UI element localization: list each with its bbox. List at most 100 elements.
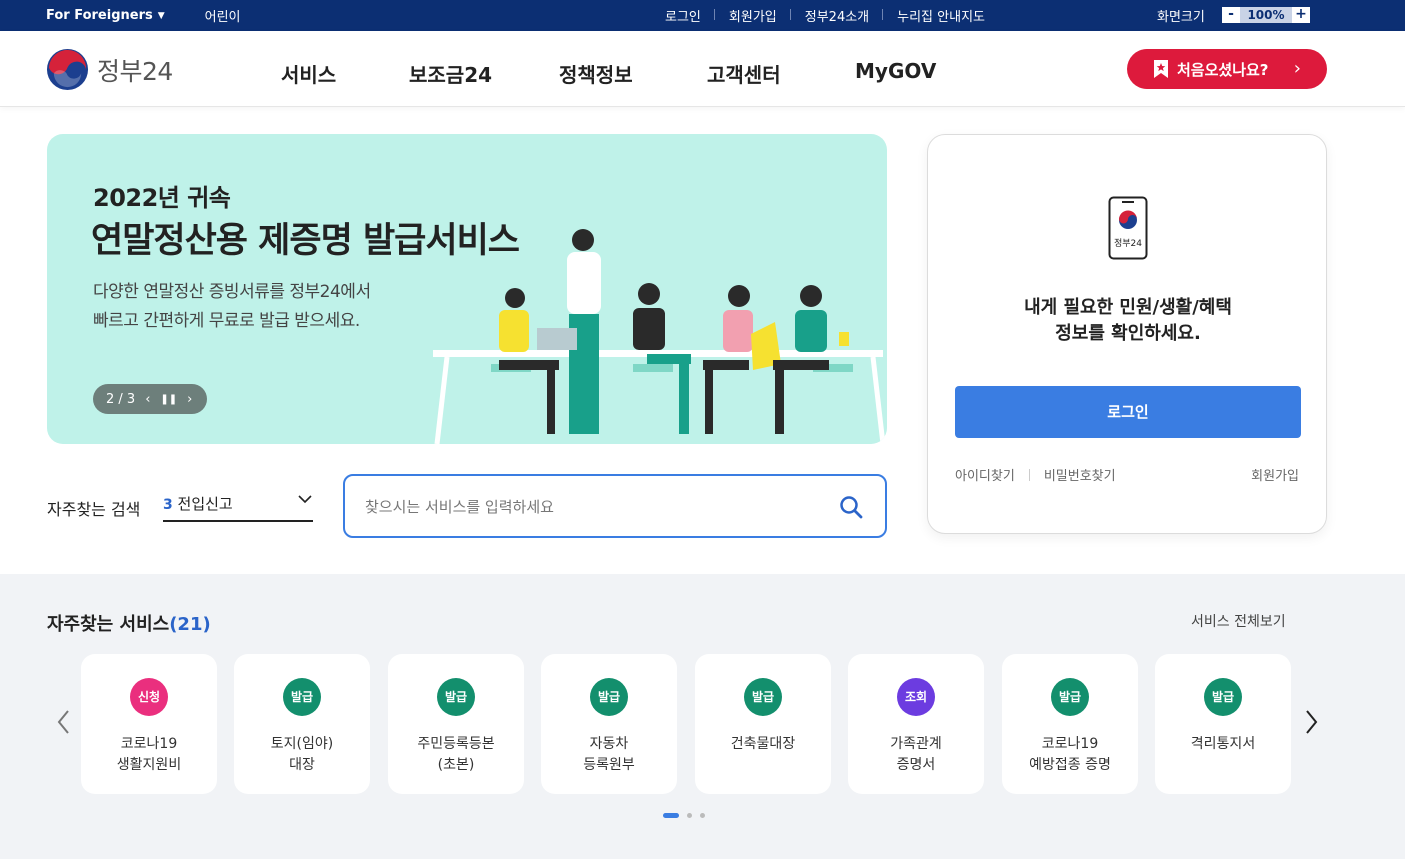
services-count: (21) <box>169 614 211 635</box>
carousel-dot[interactable] <box>700 813 705 818</box>
service-type-badge: 발급 <box>590 678 628 716</box>
nav-policy[interactable]: 정책정보 <box>559 59 633 88</box>
zoom-label: 화면크기 <box>1157 10 1205 25</box>
service-type-badge: 발급 <box>1204 678 1242 716</box>
service-card[interactable]: 발급주민등록등본 (초본) <box>388 654 524 794</box>
service-card[interactable]: 발급건축물대장 <box>695 654 831 794</box>
service-type-badge: 발급 <box>744 678 782 716</box>
service-label-line: 주민등록등본 <box>417 736 495 752</box>
service-card[interactable]: 발급 코로나19 예방접종 증명 <box>1002 654 1138 794</box>
chevron-right-icon[interactable]: › <box>187 392 192 407</box>
nav-service[interactable]: 서비스 <box>281 59 336 88</box>
service-label-line: (초본) <box>437 757 475 773</box>
nav-support[interactable]: 고객센터 <box>707 59 781 88</box>
frequent-search-rank: 3 <box>163 497 173 513</box>
zoom-out-button[interactable]: - <box>1222 7 1240 23</box>
signup-link[interactable]: 회원가입 <box>715 6 791 25</box>
service-type-badge: 조회 <box>897 678 935 716</box>
sitemap-link[interactable]: 누리집 안내지도 <box>883 6 999 25</box>
utility-left: For Foreigners ▼ 어린이 <box>46 6 241 25</box>
service-label-line: 코로나19 <box>1041 736 1099 752</box>
for-foreigners-label: For Foreigners <box>46 8 153 23</box>
service-card[interactable]: 신청 코로나19 생활지원비 <box>81 654 217 794</box>
service-search-input[interactable] <box>365 494 825 520</box>
service-label-line: 등록원부 <box>583 757 635 773</box>
about-link[interactable]: 정부24소개 <box>791 6 884 25</box>
chevron-left-icon[interactable]: ‹ <box>145 392 150 407</box>
divider <box>1028 468 1030 481</box>
chevron-right-icon[interactable] <box>1301 708 1321 736</box>
login-link[interactable]: 로그인 <box>651 6 715 25</box>
service-card-label: 자동차등록원부 <box>541 734 677 776</box>
logo-text: 정부24 <box>97 56 173 86</box>
banner-desc-line: 빠르고 간편하게 무료로 발급 받으세요. <box>93 311 360 331</box>
chevron-left-icon[interactable] <box>54 708 74 736</box>
service-label-line: 자동차 <box>589 736 629 752</box>
frequent-services-title: 자주찾는 서비스(21) <box>47 610 211 636</box>
find-password-link[interactable]: 비밀번호찾기 <box>1044 465 1116 484</box>
mobile-id-icon: 정부24 <box>1108 196 1148 260</box>
service-search-box <box>343 474 887 538</box>
chevron-right-icon: › <box>1293 58 1301 79</box>
view-all-services-link[interactable]: 서비스 전체보기 <box>1191 611 1286 631</box>
join-link[interactable]: 회원가입 <box>1251 465 1299 484</box>
service-type-badge: 발급 <box>437 678 475 716</box>
banner-desc-line: 다양한 연말정산 증빙서류를 정부24에서 <box>93 282 371 302</box>
taegeuk-logo-icon <box>46 48 89 91</box>
service-label-line: 가족관계 <box>890 736 942 752</box>
carousel-dot[interactable] <box>687 813 692 818</box>
zoom-value: 100% <box>1240 7 1292 23</box>
zoom-control: - 100% + <box>1222 7 1310 23</box>
service-label-line: 예방접종 증명 <box>1029 757 1111 773</box>
frequent-services-section: 자주찾는 서비스(21) 서비스 전체보기 신청 코로나19 생활지원비 발급 토지(임… <box>0 574 1405 859</box>
banner-subtitle: 2022년 귀속 <box>93 184 231 212</box>
first-visit-label: 처음오셨나요? <box>1177 60 1269 79</box>
login-message-line: 내게 필요한 민원/생활/혜택 <box>1024 297 1232 318</box>
account-links: 아이디찾기 비밀번호찾기 <box>955 465 1116 484</box>
service-card[interactable]: 조회가족관계증명서 <box>848 654 984 794</box>
search-icon[interactable] <box>839 495 863 519</box>
service-label-line: 토지(임야) <box>270 736 334 752</box>
banner-page-count: 2 / 3 <box>106 391 136 407</box>
login-message: 내게 필요한 민원/생활/혜택 정보를 확인하세요. <box>928 295 1328 347</box>
office-people-illustration <box>433 229 886 444</box>
service-label-line: 코로나19 <box>120 736 178 752</box>
main-banner[interactable]: 2022년 귀속 연말정산용 제증명 발급서비스 다양한 연말정산 증빙서류를 … <box>47 134 887 444</box>
nav-mygov[interactable]: MyGOV <box>855 59 936 83</box>
site-logo[interactable]: 정부24 <box>46 48 173 91</box>
kids-link[interactable]: 어린이 <box>205 6 241 25</box>
login-card: 정부24 내게 필요한 민원/생활/혜택 정보를 확인하세요. 로그인 아이디찾… <box>927 134 1327 534</box>
service-card[interactable]: 발급 격리통지서 <box>1155 654 1291 794</box>
zoom-in-button[interactable]: + <box>1292 7 1310 23</box>
bookmark-star-icon <box>1154 60 1168 78</box>
utility-links: 로그인 회원가입 정부24소개 누리집 안내지도 <box>651 6 999 25</box>
caret-down-icon: ▼ <box>157 10 165 21</box>
for-foreigners-menu[interactable]: For Foreigners ▼ <box>46 8 165 23</box>
service-type-badge: 발급 <box>283 678 321 716</box>
service-label-line: 대장 <box>289 757 315 773</box>
first-visit-button[interactable]: 처음오셨나요? › <box>1127 49 1327 89</box>
login-button[interactable]: 로그인 <box>955 386 1301 438</box>
frequent-search-value: 전입신고 <box>177 495 233 513</box>
site-header: 정부24 서비스 보조금24 정책정보 고객센터 MyGOV 처음오셨나요? › <box>0 31 1405 107</box>
service-label-line: 생활지원비 <box>116 757 182 773</box>
login-message-line: 정보를 확인하세요. <box>1055 323 1201 344</box>
phone-label: 정부24 <box>1114 238 1142 249</box>
carousel-dot-active[interactable] <box>663 813 679 818</box>
frequent-search-select[interactable]: 3 전입신고 <box>163 493 313 522</box>
service-card[interactable]: 발급자동차등록원부 <box>541 654 677 794</box>
service-card[interactable]: 발급토지(임야) 대장 <box>234 654 370 794</box>
utility-bar: For Foreigners ▼ 어린이 로그인 회원가입 정부24소개 누리집… <box>0 0 1405 31</box>
pause-icon[interactable]: ❚❚ <box>160 394 177 405</box>
services-title-text: 자주찾는 서비스 <box>47 614 170 635</box>
service-card-label: 주민등록등본 (초본) <box>388 734 524 776</box>
service-label-line: 건축물대장 <box>730 736 796 752</box>
find-id-link[interactable]: 아이디찾기 <box>955 465 1015 484</box>
chevron-down-icon <box>298 495 312 504</box>
service-label-line: 증명서 <box>896 757 936 773</box>
service-card-label: 건축물대장 <box>695 734 831 755</box>
service-card-label: 코로나19 생활지원비 <box>81 734 217 776</box>
frequent-search-label: 자주찾는 검색 <box>47 500 141 519</box>
service-card-label: 토지(임야) 대장 <box>234 734 370 776</box>
nav-subsidy[interactable]: 보조금24 <box>409 59 492 88</box>
